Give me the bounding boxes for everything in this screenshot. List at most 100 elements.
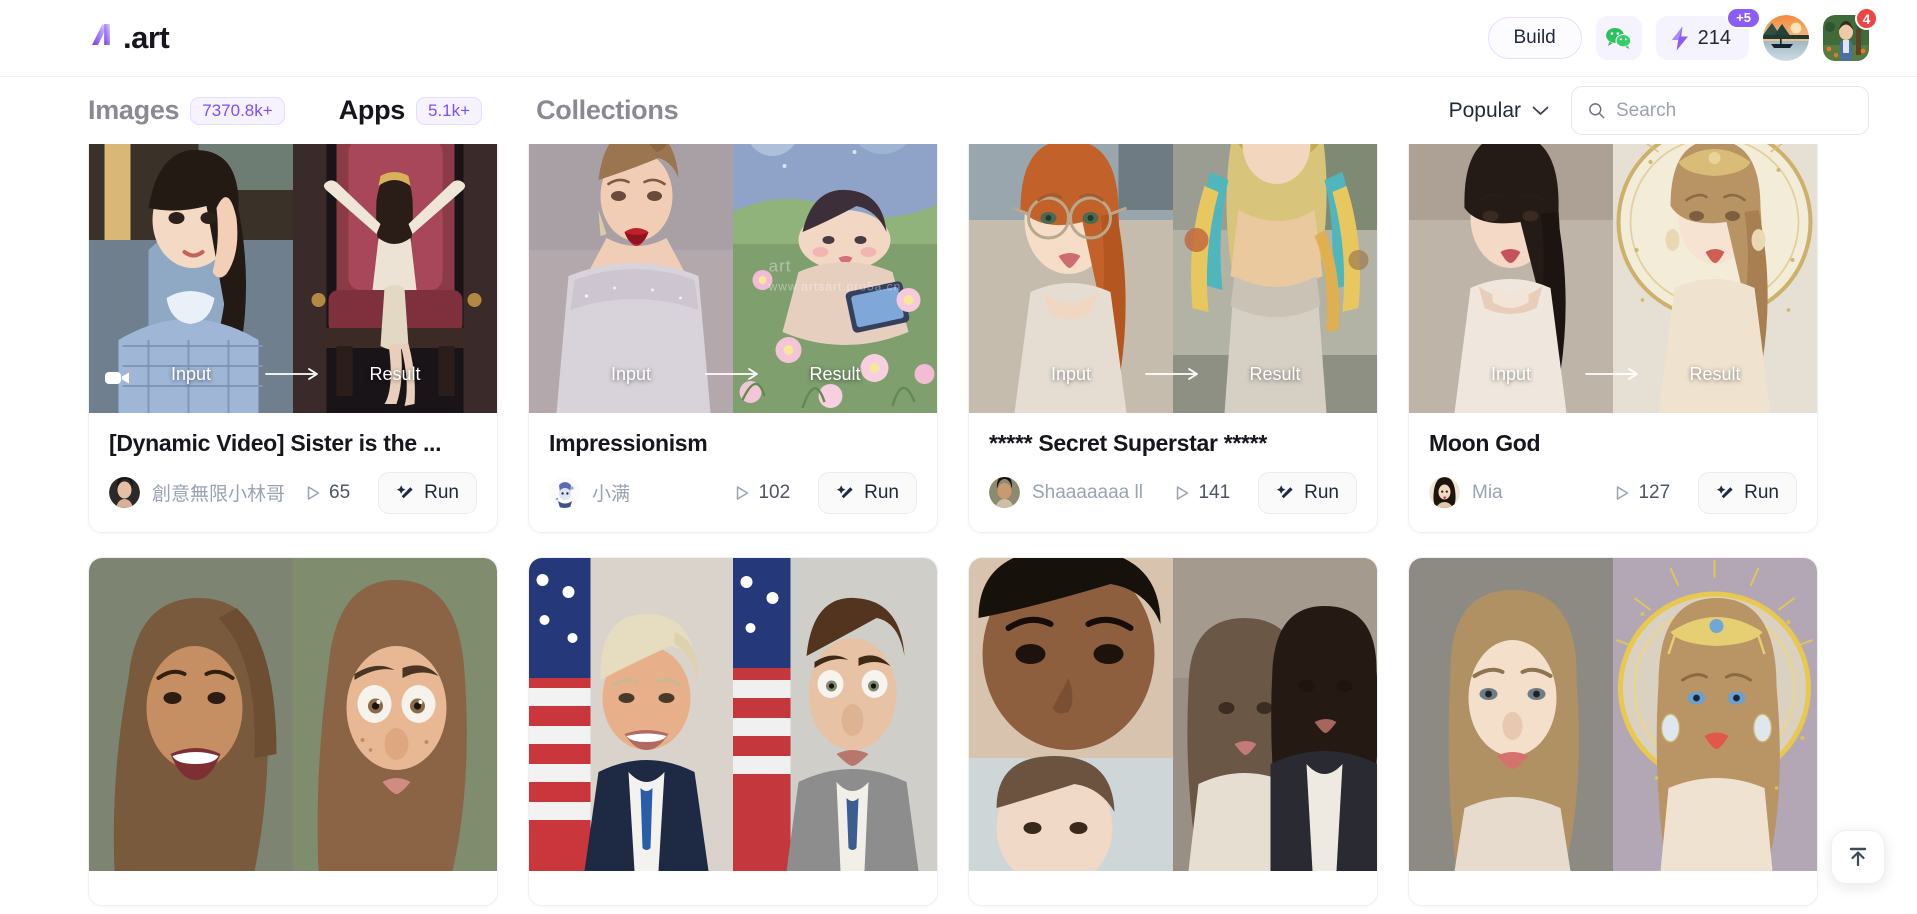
card-input-image (89, 144, 293, 413)
app-card[interactable] (528, 556, 938, 906)
sort-value: Popular (1448, 98, 1521, 122)
card-title: Impressionism (549, 430, 708, 456)
run-button[interactable]: Run (818, 471, 917, 514)
author-name[interactable]: Mia (1472, 482, 1503, 504)
author-avatar[interactable] (1429, 477, 1460, 509)
top-bar: .art Build 214 +5 4 (0, 0, 1917, 76)
author-avatar[interactable] (109, 477, 140, 509)
profile-avatar[interactable] (1763, 15, 1809, 61)
author-avatar[interactable] (989, 477, 1020, 509)
card-media[interactable]: Input Result (969, 144, 1377, 413)
run-count: 65 (306, 482, 350, 504)
app-card[interactable] (968, 556, 1378, 906)
sort-dropdown[interactable]: Popular (1449, 99, 1549, 123)
run-button-label: Run (1304, 481, 1339, 503)
wechat-icon (1606, 27, 1632, 49)
run-count-value: 127 (1638, 481, 1671, 503)
card-media[interactable] (969, 557, 1377, 871)
author-name[interactable]: 創意無限小林哥 (152, 479, 285, 506)
card-body (1409, 871, 1817, 905)
author-name[interactable]: Shaaaaaaa ll (1032, 482, 1143, 504)
search-icon (1589, 103, 1605, 119)
card-result-image: art www.artsart.pro5a.cn (733, 144, 937, 413)
sub-nav-bar: Images 7370.8k+ Apps 5.1k+ Collections P… (0, 76, 1917, 144)
lightning-bolt-icon (1671, 26, 1688, 50)
apps-grid: Input Result [Dynamic Video] Sister is t… (0, 144, 1917, 906)
card-result-image (293, 144, 497, 413)
apps-grid-scroll-area[interactable]: Input Result [Dynamic Video] Sister is t… (0, 144, 1917, 914)
author-name[interactable]: 小满 (592, 479, 630, 506)
card-body: Moon God Mia 127 Run (1409, 413, 1817, 532)
card-media[interactable] (529, 557, 937, 871)
search-input[interactable] (1615, 99, 1852, 122)
card-input-image (529, 557, 733, 871)
card-input-image (969, 144, 1173, 413)
run-button[interactable]: Run (1258, 471, 1357, 514)
card-input-image (1409, 557, 1613, 871)
app-card[interactable]: Input Result ***** Secret Superstar ****… (968, 144, 1378, 533)
tab-apps-label: Apps (338, 95, 406, 125)
tab-collections[interactable]: Collections (536, 95, 679, 126)
run-button-label: Run (1744, 481, 1779, 503)
card-result-image (1613, 144, 1817, 413)
app-card[interactable] (1408, 556, 1818, 906)
card-body (969, 871, 1377, 905)
app-card[interactable]: Input Result Moon God Mia 127 Run (1408, 144, 1818, 533)
card-result-image (1613, 557, 1817, 871)
card-media[interactable] (1409, 557, 1817, 871)
tab-collections-label: Collections (536, 95, 679, 125)
card-body (529, 871, 937, 905)
run-count-value: 102 (758, 481, 791, 503)
top-bar-actions: Build 214 +5 4 (1487, 7, 1878, 61)
run-count-value: 141 (1198, 481, 1231, 503)
card-media[interactable]: Input Result (1409, 144, 1817, 413)
tab-images-badge: 7370.8k+ (190, 96, 285, 125)
card-result-image (733, 557, 937, 871)
build-button[interactable]: Build (1487, 17, 1582, 59)
card-result-image (1173, 144, 1377, 413)
tab-images[interactable]: Images 7370.8k+ (88, 95, 285, 126)
notification-count-badge: 4 (1855, 7, 1878, 30)
play-triangle-icon (737, 486, 749, 500)
magic-wand-icon (1277, 485, 1293, 499)
app-logo[interactable]: .art (88, 20, 170, 56)
run-count: 127 (1615, 482, 1670, 504)
wechat-button[interactable] (1595, 16, 1642, 60)
logo-mark-icon (92, 24, 110, 45)
card-media[interactable]: Input Result (89, 144, 497, 413)
app-card[interactable]: Input Result [Dynamic Video] Sister is t… (88, 144, 498, 533)
card-body: [Dynamic Video] Sister is the ... 創意無限小林… (89, 413, 497, 532)
tab-apps-badge: 5.1k+ (416, 96, 483, 125)
scroll-to-top-button[interactable] (1831, 830, 1885, 884)
card-meta: Mia 127 Run (1429, 471, 1797, 514)
card-input-image (1409, 144, 1613, 413)
card-body: ***** Secret Superstar ***** Shaaaaaaa l… (969, 413, 1377, 532)
avatar-image (1763, 15, 1809, 61)
card-media[interactable]: art www.artsart.pro5a.cn Input Result (529, 144, 937, 413)
magic-wand-icon (397, 485, 413, 499)
run-count: 102 (735, 482, 790, 504)
search-box[interactable] (1571, 86, 1869, 135)
card-body: Impressionism 小满 102 Run (529, 413, 937, 532)
sub-nav-controls: Popular (1449, 86, 1869, 135)
card-result-image (293, 557, 497, 871)
author-avatar[interactable] (549, 477, 580, 509)
card-media[interactable] (89, 557, 497, 871)
magic-wand-icon (1717, 485, 1733, 499)
run-count-value: 65 (329, 481, 351, 503)
tab-apps[interactable]: Apps 5.1k+ (338, 95, 483, 126)
notifications-avatar-button[interactable]: 4 (1823, 7, 1878, 61)
run-button[interactable]: Run (1698, 471, 1797, 514)
card-meta: 小满 102 Run (549, 471, 917, 514)
card-input-image (89, 557, 293, 871)
credits-button[interactable]: 214 +5 (1655, 7, 1761, 60)
card-title: [Dynamic Video] Sister is the ... (109, 430, 442, 456)
chevron-down-icon (1532, 106, 1549, 115)
run-button-label: Run (424, 481, 459, 503)
card-result-image (1173, 557, 1377, 871)
run-button[interactable]: Run (378, 471, 477, 514)
run-count: 141 (1175, 482, 1230, 504)
play-triangle-icon (307, 486, 320, 500)
app-card[interactable]: art www.artsart.pro5a.cn Input Result Im… (528, 144, 938, 533)
app-card[interactable] (88, 556, 498, 906)
